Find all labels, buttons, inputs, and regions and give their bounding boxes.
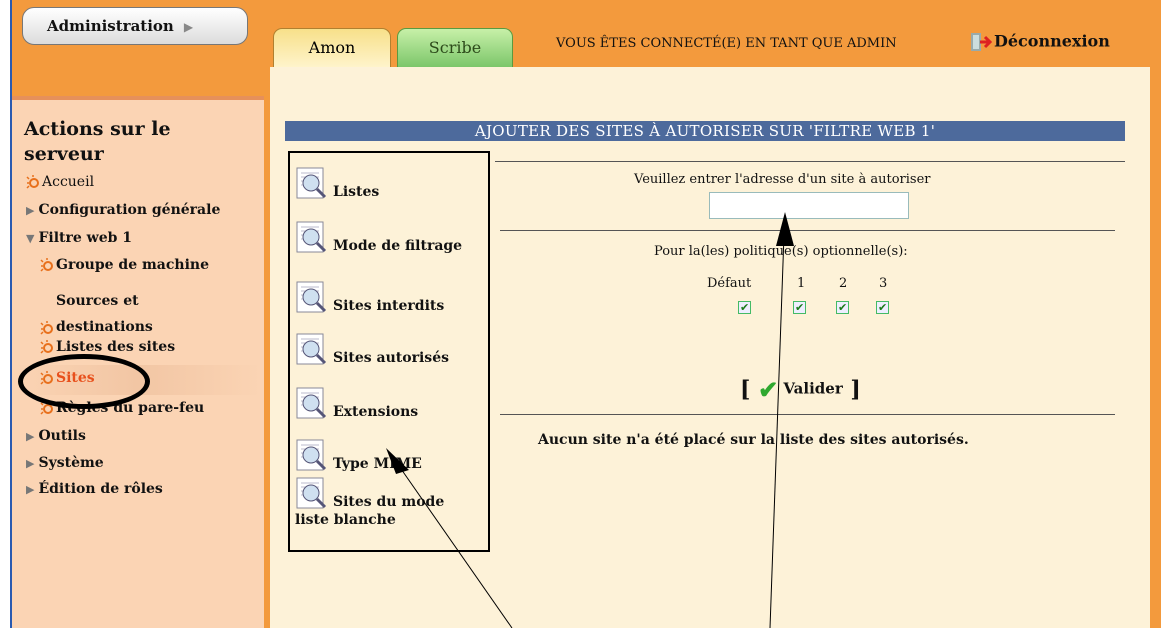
annotation-arrows [386,212,794,628]
